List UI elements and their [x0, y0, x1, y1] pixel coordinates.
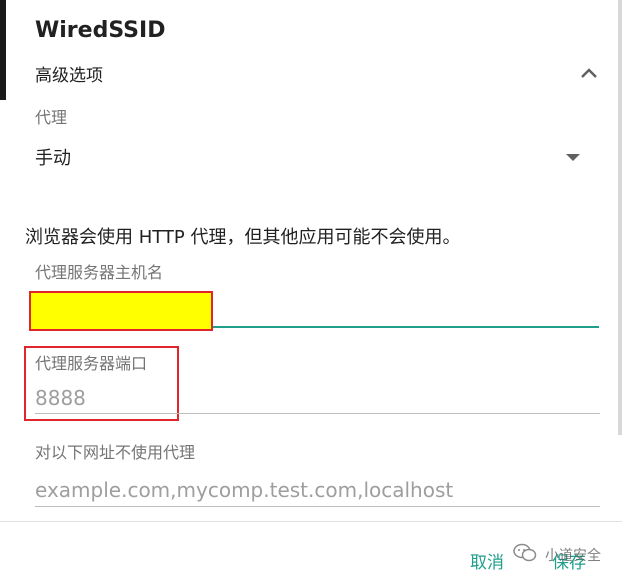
dialog-title: WiredSSID: [35, 18, 166, 43]
window-edge: [0, 0, 6, 100]
host-label: 代理服务器主机名: [35, 263, 164, 282]
dropdown-arrow-icon: [566, 153, 580, 161]
advanced-options-label: 高级选项: [35, 65, 103, 86]
watermark: 小道安全: [513, 543, 601, 567]
bypass-input[interactable]: example.com,mycomp.test.com,localhost: [35, 475, 600, 507]
watermark-text: 小道安全: [545, 548, 601, 564]
port-label: 代理服务器端口: [35, 354, 148, 373]
proxy-value: 手动: [35, 148, 71, 169]
port-input[interactable]: 8888: [35, 384, 600, 414]
proxy-label: 代理: [35, 108, 68, 127]
proxy-select[interactable]: 手动: [35, 142, 585, 172]
scrollbar[interactable]: [618, 0, 622, 435]
redaction-highlight: [29, 291, 213, 331]
bypass-label: 对以下网址不使用代理: [35, 443, 196, 462]
cancel-button[interactable]: 取消: [470, 548, 504, 573]
proxy-notice: 浏览器会使用 HTTP 代理，但其他应用可能不会使用。: [25, 227, 461, 248]
advanced-options-toggle[interactable]: 高级选项: [35, 60, 600, 86]
chevron-up-icon: [578, 62, 600, 84]
footer-divider: [0, 521, 622, 522]
wechat-icon: [513, 543, 537, 567]
